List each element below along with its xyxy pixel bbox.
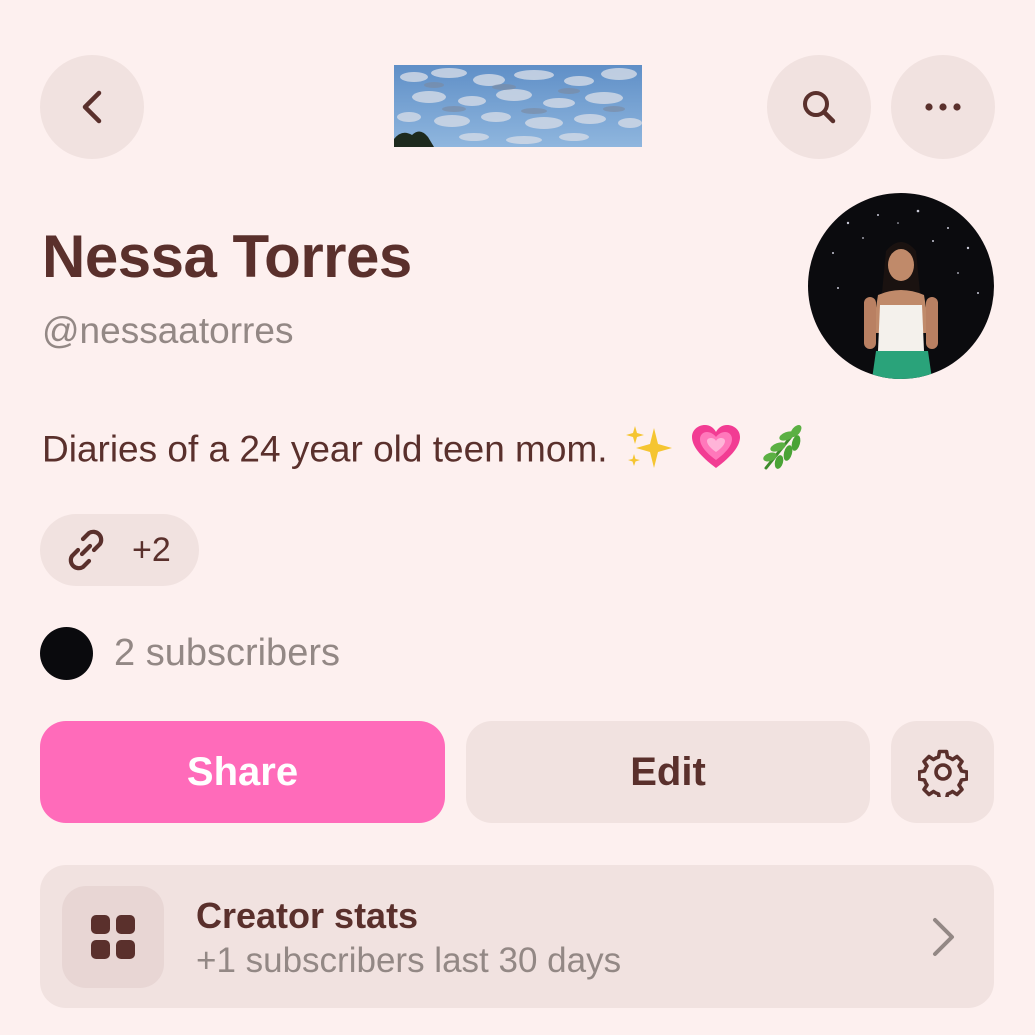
- growing-heart-icon: [690, 424, 742, 479]
- subscriber-avatar: [40, 627, 93, 680]
- settings-button[interactable]: [891, 721, 994, 823]
- profile-name: Nessa Torres: [42, 223, 412, 290]
- links-count: +2: [132, 530, 171, 569]
- dashboard-icon-box: [62, 886, 164, 988]
- cover-image[interactable]: [394, 65, 642, 147]
- avatar-photo: [808, 193, 994, 379]
- ellipsis-icon: [925, 103, 961, 111]
- gear-icon: [917, 749, 968, 797]
- cover-sky-image: [394, 65, 642, 147]
- back-button[interactable]: [40, 55, 144, 159]
- bio-text: Diaries of a 24 year old teen mom.: [42, 428, 608, 470]
- creator-stats-title: Creator stats: [196, 895, 419, 936]
- more-button[interactable]: [891, 55, 995, 159]
- share-button[interactable]: Share: [40, 721, 445, 823]
- herb-icon: [758, 422, 808, 481]
- profile-handle: @nessaatorres: [42, 310, 294, 351]
- grid-icon: [91, 915, 135, 959]
- profile-bio: Diaries of a 24 year old teen mom.: [42, 422, 808, 481]
- link-icon: [68, 529, 104, 571]
- creator-stats-card[interactable]: Creator stats +1 subscribers last 30 day…: [40, 865, 994, 1008]
- search-icon: [803, 91, 836, 124]
- chevron-left-icon: [82, 90, 102, 124]
- search-button[interactable]: [767, 55, 871, 159]
- chevron-right-icon: [933, 918, 954, 956]
- profile-avatar[interactable]: [808, 193, 994, 379]
- creator-stats-subtitle: +1 subscribers last 30 days: [196, 941, 622, 980]
- links-chip[interactable]: +2: [40, 514, 199, 586]
- subscribers-count[interactable]: 2 subscribers: [114, 632, 340, 675]
- edit-button[interactable]: Edit: [466, 721, 870, 823]
- sparkles-icon: [624, 424, 674, 479]
